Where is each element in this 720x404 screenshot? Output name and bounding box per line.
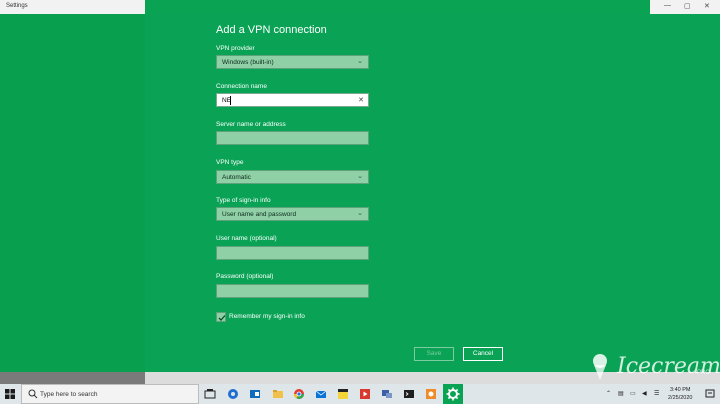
network-app-icon[interactable]: [381, 388, 393, 400]
settings-sidebar-backdrop: [0, 14, 145, 372]
password-label: Password (optional): [216, 273, 274, 280]
taskbar-clock[interactable]: 3:40 PM 2/25/2020: [668, 386, 692, 402]
media-app-icon[interactable]: [359, 388, 371, 400]
network-icon[interactable]: ▤: [618, 390, 624, 397]
mail-icon[interactable]: [315, 388, 327, 400]
outlook-icon[interactable]: [249, 388, 261, 400]
vpn-provider-label: VPN provider: [216, 45, 255, 52]
search-icon: [28, 389, 38, 399]
notifications-icon[interactable]: [704, 388, 716, 400]
connection-name-label: Connection name: [216, 83, 267, 90]
connection-name-input[interactable]: NE ✕: [216, 93, 369, 107]
clear-icon[interactable]: ✕: [358, 96, 364, 104]
server-label: Server name or address: [216, 121, 286, 128]
server-input[interactable]: [216, 131, 369, 145]
save-button[interactable]: Save: [414, 347, 454, 361]
paint-icon[interactable]: [425, 388, 437, 400]
cancel-button[interactable]: Cancel: [462, 346, 504, 362]
taskbar-search[interactable]: Type here to search: [21, 384, 199, 404]
dialog-title: Add a VPN connection: [216, 24, 327, 36]
vpn-type-value: Automatic: [222, 173, 251, 181]
vpn-type-label: VPN type: [216, 159, 244, 166]
language-icon[interactable]: ☰: [654, 390, 659, 397]
search-placeholder: Type here to search: [40, 391, 98, 398]
close-icon[interactable]: ✕: [704, 2, 710, 10]
settings-taskbar-button[interactable]: [443, 384, 463, 404]
remember-label: Remember my sign-in info: [229, 313, 305, 320]
username-input[interactable]: [216, 246, 369, 260]
text-caret: [230, 96, 231, 105]
sticky-notes-icon[interactable]: [337, 388, 349, 400]
vpn-type-select[interactable]: Automatic ⌄: [216, 170, 369, 184]
chevron-up-icon[interactable]: ⌃: [606, 390, 611, 397]
password-input[interactable]: [216, 284, 369, 298]
remember-checkbox[interactable]: [216, 312, 226, 322]
signin-type-value: User name and password: [222, 210, 297, 218]
volume-icon[interactable]: ◀: [642, 390, 647, 397]
ice-cream-logo-icon: [593, 354, 607, 380]
battery-icon[interactable]: ▭: [630, 390, 636, 397]
vpn-provider-select[interactable]: Windows (built-in) ⌄: [216, 55, 369, 69]
settings-titlebar: Settings: [0, 0, 145, 14]
terminal-icon[interactable]: [403, 388, 415, 400]
maximize-icon[interactable]: ▢: [684, 2, 691, 10]
window-title: Settings: [6, 3, 28, 9]
edge-icon[interactable]: [227, 388, 239, 400]
add-vpn-dialog: — ▢ ✕ Add a VPN connection VPN provider …: [145, 0, 720, 372]
chevron-down-icon: ⌄: [357, 173, 363, 180]
clock-time: 3:40 PM: [669, 387, 691, 393]
minimize-icon[interactable]: —: [664, 2, 671, 9]
file-explorer-icon[interactable]: [272, 388, 284, 400]
vpn-provider-value: Windows (built-in): [222, 58, 274, 66]
watermark: Icecream PRO: [585, 352, 720, 382]
chevron-down-icon: ⌄: [357, 58, 363, 65]
watermark-sub: PRO: [697, 370, 711, 376]
signin-type-select[interactable]: User name and password ⌄: [216, 207, 369, 221]
task-view-icon[interactable]: [204, 388, 216, 400]
checkmark-icon: [218, 315, 226, 321]
start-button[interactable]: [0, 384, 20, 404]
signin-type-label: Type of sign-in info: [216, 197, 271, 204]
window-controls: — ▢ ✕: [650, 0, 720, 14]
chrome-icon[interactable]: [293, 388, 305, 400]
windows-logo-icon: [5, 389, 15, 399]
gear-icon: [446, 387, 460, 401]
taskbar: Type here to search ⌃ ▤ ▭ ◀ ☰ 3:40 PM 2/…: [0, 384, 720, 404]
chevron-down-icon: ⌄: [357, 210, 363, 217]
clock-date: 2/25/2020: [668, 395, 693, 401]
username-label: User name (optional): [216, 235, 277, 242]
